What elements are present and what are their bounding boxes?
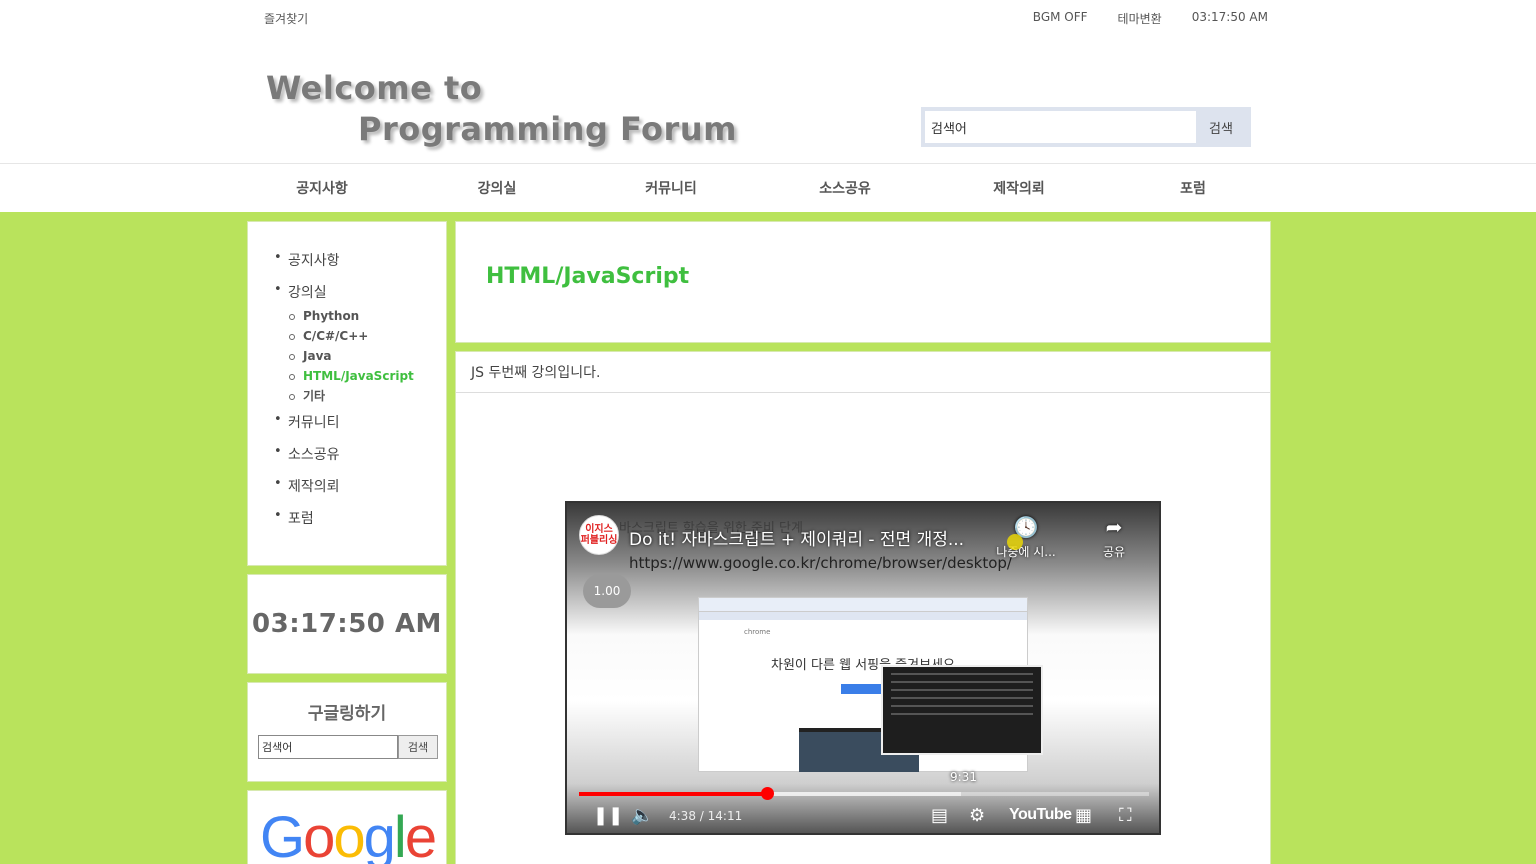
- nav-item-6[interactable]: 포럼: [1180, 178, 1206, 198]
- video-progress-bar[interactable]: [579, 787, 1149, 800]
- nav-item-5[interactable]: 제작의뢰: [993, 178, 1045, 198]
- chrome-logo-text: chrome: [744, 628, 771, 636]
- progress-played: [579, 792, 768, 796]
- share-label: 공유: [1102, 545, 1126, 559]
- logo-line-1: Welcome to: [266, 69, 483, 107]
- google-logo-letter: o: [303, 805, 335, 864]
- chapter-duration: 9:31: [950, 770, 977, 784]
- subtitles-icon[interactable]: ▤: [931, 805, 948, 826]
- googling-title: 구글링하기: [307, 704, 387, 724]
- watch-later-label: 나중에 시...: [996, 545, 1056, 559]
- logo-line-2: Programming Forum: [358, 110, 737, 148]
- video-controls: ❚❚ 🔈 4:38 / 14:11 ▤ ⚙ YouTube ▦ ⛶: [567, 801, 1159, 833]
- playback-speed-badge: 1.00: [583, 574, 631, 608]
- nav-item-4[interactable]: 소스공유: [819, 178, 871, 198]
- sidebar-item-3[interactable]: 커뮤니티: [274, 412, 446, 432]
- google-logo-letter: o: [333, 805, 365, 864]
- post-title: JS 두번째 강의입니다.: [456, 352, 1270, 393]
- header-search-button[interactable]: 검색: [1196, 111, 1246, 143]
- post-content: JS 두번째 강의입니다. 바스크립트 학습을 위한 준비 단계 chrome …: [455, 351, 1271, 864]
- google-logo: Google: [260, 805, 437, 864]
- browser-download-button: [841, 684, 885, 694]
- clock-widget: 03:17:50 AM: [247, 574, 447, 674]
- youtube-logo[interactable]: YouTube: [1009, 806, 1072, 824]
- nav-item-2[interactable]: 강의실: [478, 178, 517, 198]
- sidebar-list: 공지사항강의실 Phython C/C#/C++ Java HTML/JavaScrip…: [274, 250, 446, 528]
- browser-addressbar: [699, 612, 1027, 620]
- video-time: 4:38 / 14:11: [669, 809, 743, 823]
- header-search: 검색: [921, 107, 1251, 147]
- googling-button[interactable]: 검색: [398, 735, 438, 759]
- top-utility-right: BGM OFF 테마변환 03:17:50 AM: [1033, 10, 1268, 27]
- header-search-input[interactable]: [925, 111, 1196, 143]
- sidebar-item-1[interactable]: 공지사항: [274, 250, 446, 270]
- current-time: 4:38: [669, 809, 696, 823]
- nav-item-3[interactable]: 커뮤니티: [645, 178, 697, 198]
- video-terminal-inset: [881, 665, 1043, 755]
- sidebar-item-label: 포럼: [288, 511, 314, 527]
- nav-item-1[interactable]: 공지사항: [296, 178, 348, 198]
- site-logo[interactable]: Welcome to Programming Forum: [266, 68, 737, 150]
- sidebar-subitem-2[interactable]: C/C#/C++: [288, 328, 446, 344]
- google-logo-letter: e: [404, 805, 437, 864]
- top-utility-bar: 즐겨찾기 BGM OFF 테마변환 03:17:50 AM: [0, 0, 1536, 36]
- google-logo-letter: G: [260, 805, 305, 864]
- sidebar-item-6[interactable]: 포럼: [274, 508, 446, 528]
- page-title-box: HTML/JavaScript: [455, 221, 1271, 343]
- sidebar-subitem-5[interactable]: 기타: [288, 388, 446, 404]
- share-icon: ➦: [1105, 515, 1123, 539]
- sidebar-subitem-3[interactable]: Java: [288, 348, 446, 364]
- site-header: Welcome to Programming Forum 검색: [0, 36, 1536, 164]
- google-logo-letter: l: [393, 805, 407, 864]
- sidebar-item-label: 공지사항: [288, 253, 340, 269]
- sidebar-item-5[interactable]: 제작의뢰: [274, 476, 446, 496]
- bgm-toggle[interactable]: BGM OFF: [1033, 10, 1088, 27]
- sidebar-menu: 공지사항강의실 Phython C/C#/C++ Java HTML/JavaScrip…: [247, 221, 447, 566]
- total-time: 14:11: [707, 809, 743, 823]
- top-clock: 03:17:50 AM: [1191, 10, 1268, 24]
- googling-widget: 구글링하기 검색: [247, 682, 447, 782]
- gear-icon[interactable]: ⚙: [969, 805, 985, 826]
- sidebar-item-2[interactable]: 강의실 Phython C/C#/C++ Java HTML/JavaScript 기타: [274, 282, 446, 404]
- main-nav: 공지사항 강의실 커뮤니티 소스공유 제작의뢰 포럼: [0, 164, 1536, 212]
- favorites-link[interactable]: 즐겨찾기: [264, 10, 308, 27]
- fullscreen-icon[interactable]: ⛶: [1119, 805, 1132, 826]
- volume-icon[interactable]: 🔈: [631, 805, 653, 826]
- sidebar-subitem-1[interactable]: Phython: [288, 308, 446, 324]
- theme-toggle[interactable]: 테마변환: [1118, 10, 1162, 27]
- video-url-text: https://www.google.co.kr/chrome/browser/…: [629, 554, 1012, 572]
- main-area: 공지사항강의실 Phython C/C#/C++ Java HTML/JavaScrip…: [0, 212, 1536, 864]
- sidebar-item-label: 소스공유: [288, 447, 340, 463]
- sidebar-submenu: Phython C/C#/C++ Java HTML/JavaScript 기타: [288, 308, 446, 404]
- google-logo-widget[interactable]: Google: [247, 790, 447, 864]
- clock-icon: 🕓: [1013, 515, 1039, 539]
- youtube-player[interactable]: 바스크립트 학습을 위한 준비 단계 chrome 차원이 다른 웹 서핑을 즐…: [565, 501, 1161, 835]
- video-title[interactable]: Do it! 자바스크립트 + 제이쿼리 - 전면 개정...: [629, 525, 964, 550]
- channel-avatar[interactable]: 이지스 퍼블리싱: [579, 515, 619, 555]
- google-logo-letter: g: [363, 805, 396, 864]
- mouse-cursor-highlight: [1007, 534, 1023, 550]
- pause-icon[interactable]: ❚❚: [593, 805, 623, 826]
- googling-input[interactable]: [258, 735, 398, 759]
- clock-widget-time: 03:17:50 AM: [252, 609, 442, 639]
- sidebar-item-label: 커뮤니티: [288, 415, 340, 431]
- sidebar-subitem-4[interactable]: HTML/JavaScript: [288, 368, 446, 384]
- sidebar-item-4[interactable]: 소스공유: [274, 444, 446, 464]
- browser-tabbar: [699, 598, 1027, 612]
- sidebar-item-label: 강의실: [288, 285, 327, 301]
- sidebar-item-label: 제작의뢰: [288, 479, 340, 495]
- page-title: HTML/JavaScript: [486, 264, 690, 289]
- progress-scrubber[interactable]: [761, 787, 775, 800]
- watch-later-button[interactable]: 🕓 나중에 시...: [991, 515, 1061, 560]
- share-button[interactable]: ➦ 공유: [1089, 515, 1139, 560]
- cast-icon[interactable]: ▦: [1075, 805, 1092, 826]
